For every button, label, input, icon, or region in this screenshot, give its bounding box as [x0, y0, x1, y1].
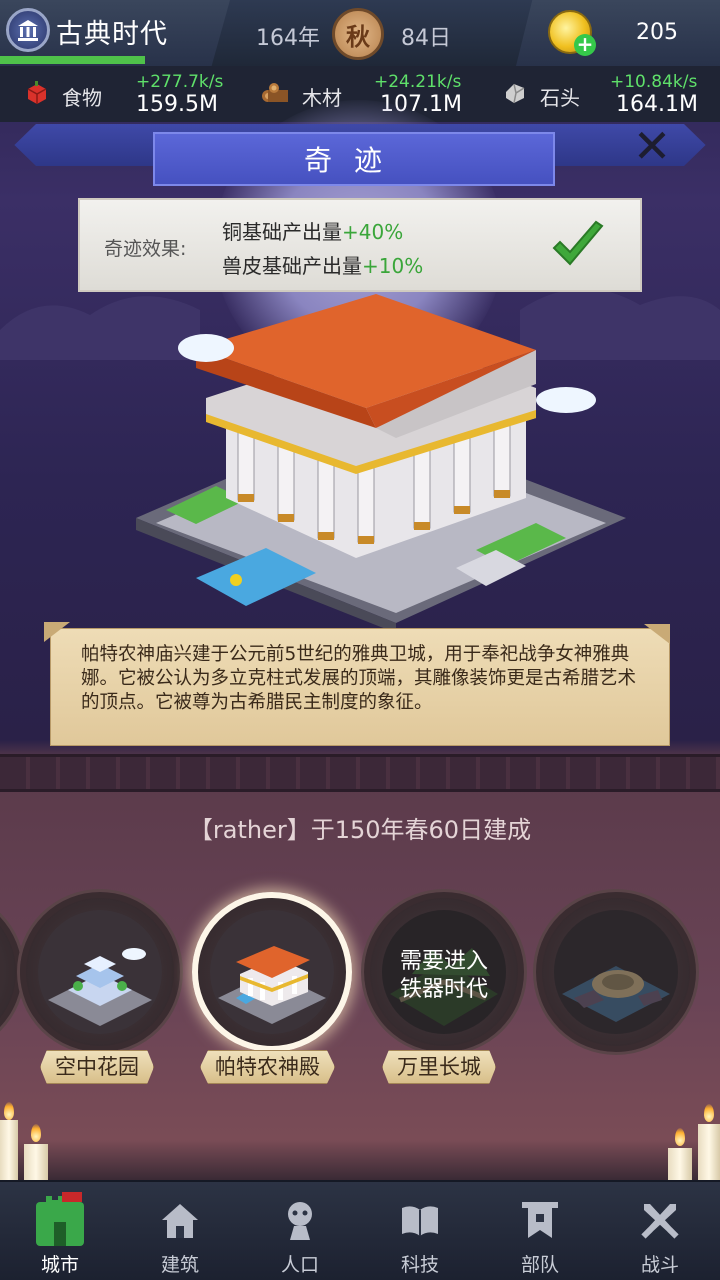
effect-line: 铜基础产出量+40% — [222, 216, 403, 245]
close-icon[interactable]: ✕ — [630, 123, 674, 169]
nav-population[interactable]: 人口 — [240, 1182, 360, 1280]
resource-amount: 164.1M — [616, 92, 698, 117]
wonder-option-hanging-gardens[interactable] — [20, 892, 180, 1052]
candle-flame — [4, 1102, 14, 1120]
candle — [668, 1148, 692, 1180]
resource-amount: 159.5M — [136, 92, 218, 117]
season-badge: 秋 — [332, 8, 384, 60]
resource-food: 食物 +277.7k/s 159.5M — [0, 66, 240, 122]
nav-battle[interactable]: 战斗 — [600, 1182, 720, 1280]
house-icon — [162, 1204, 198, 1238]
parthenon-thumbnail — [210, 910, 334, 1034]
candle — [698, 1124, 720, 1180]
wonder-description: 帕特农神庙兴建于公元前5世纪的雅典卫城，用于奉祀战争女神雅典娜。它被公认为多立克… — [50, 628, 670, 746]
resource-rate: +10.84k/s — [610, 72, 698, 92]
resource-stone: 石头 +10.84k/s 164.1M — [480, 66, 720, 122]
effect-text: 兽皮基础产出量 — [222, 254, 362, 278]
wonder-option-great-wall[interactable]: 需要进入 铁器时代 — [364, 892, 524, 1052]
resource-name: 石头 — [540, 86, 580, 110]
effect-line: 兽皮基础产出量+10% — [222, 250, 423, 279]
wonder-title: 奇迹 — [153, 132, 555, 186]
castle-icon — [36, 1192, 84, 1246]
nav-label: 战斗 — [640, 1254, 679, 1276]
candle-flame — [704, 1104, 714, 1122]
effect-value: +10% — [362, 254, 424, 278]
gold-panel — [516, 0, 720, 66]
candle-flame — [675, 1128, 685, 1146]
effect-label: 奇迹效果: — [104, 238, 187, 260]
wonder-effect-panel: 奇迹效果: 铜基础产出量+40% 兽皮基础产出量+10% — [78, 198, 642, 292]
nav-technology[interactable]: 科技 — [360, 1182, 480, 1280]
parthenon-illustration — [136, 294, 626, 628]
nav-label: 部队 — [520, 1254, 559, 1276]
nav-label: 城市 — [40, 1254, 79, 1276]
wonder-name-plate: 空中花园 — [40, 1050, 154, 1084]
person-icon — [288, 1202, 312, 1240]
wood-icon — [262, 83, 288, 102]
candle — [24, 1144, 48, 1180]
locked-line: 铁器时代 — [399, 977, 488, 1002]
era-emblem-icon[interactable] — [6, 8, 50, 52]
banner-icon — [522, 1202, 558, 1238]
hanging-gardens-thumbnail — [38, 910, 162, 1034]
description-text: 帕特农神庙兴建于公元前5世纪的雅典卫城，用于奉祀战争女神雅典娜。它被公认为多立克… — [81, 644, 637, 713]
food-icon — [27, 81, 47, 104]
wonder-screen: 古典时代 164年 秋 84日 + 205 食物 +277.7k/s 159.5… — [0, 0, 720, 1280]
effect-value: +40% — [342, 220, 404, 244]
nav-troops[interactable]: 部队 — [480, 1182, 600, 1280]
add-gold-button[interactable]: + — [574, 34, 596, 56]
resource-name: 食物 — [62, 86, 102, 110]
book-icon — [402, 1206, 438, 1236]
wonder-name-plate: 帕特农神殿 — [200, 1050, 335, 1084]
effect-text: 铜基础产出量 — [222, 220, 342, 244]
colosseum-thumbnail — [554, 910, 678, 1034]
nav-label: 科技 — [400, 1254, 439, 1276]
candle — [0, 1120, 18, 1180]
wonder-option-partial[interactable] — [0, 892, 22, 1052]
nav-buildings[interactable]: 建筑 — [120, 1182, 240, 1280]
bottom-nav: 城市 建筑 人口 科技 部队 战斗 — [0, 1180, 720, 1280]
date-year: 164年 — [256, 26, 320, 51]
locked-requirement: 需要进入 铁器时代 — [370, 948, 518, 1004]
gold-amount: 205 — [636, 20, 678, 45]
era-progress-bar — [0, 56, 145, 64]
stone-icon — [506, 83, 525, 104]
locked-line: 需要进入 — [399, 949, 488, 974]
swords-icon — [641, 1204, 679, 1239]
resource-rate: +277.7k/s — [136, 72, 224, 92]
wonder-option-colosseum[interactable] — [536, 892, 696, 1052]
resource-rate: +24.21k/s — [374, 72, 462, 92]
checkmark-icon — [552, 220, 604, 266]
nav-city[interactable]: 城市 — [0, 1182, 120, 1280]
candle-flame — [31, 1124, 41, 1142]
nav-label: 建筑 — [160, 1254, 199, 1276]
wonder-option-parthenon[interactable] — [192, 892, 352, 1052]
date-day: 84日 — [401, 26, 451, 51]
nav-label: 人口 — [280, 1254, 319, 1276]
era-title: 古典时代 — [56, 19, 168, 50]
wonder-name-plate: 万里长城 — [382, 1050, 496, 1084]
section-divider — [0, 754, 720, 792]
built-info: 【rather】于150年春60日建成 — [188, 816, 532, 844]
